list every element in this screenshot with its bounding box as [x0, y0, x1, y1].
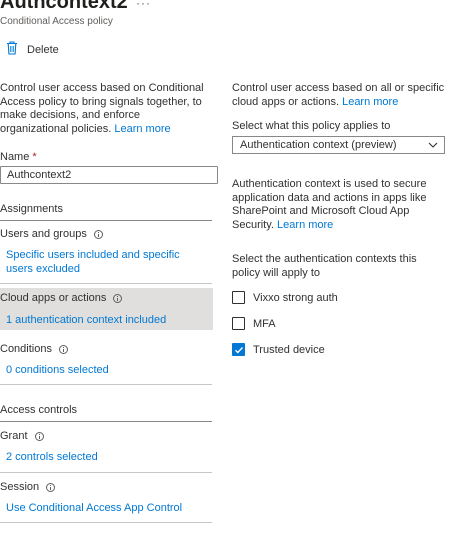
- context-option-mfa[interactable]: MFA: [232, 317, 276, 330]
- conditions-label: Conditions: [0, 343, 68, 355]
- divider: [0, 522, 212, 523]
- grant-label: Grant: [0, 430, 44, 442]
- applies-to-value: Authentication context (preview): [240, 139, 397, 151]
- policy-description: Control user access based on Conditional…: [0, 82, 205, 136]
- policy-description-text: Control user access based on Conditional…: [0, 82, 204, 135]
- learn-more-link[interactable]: Learn more: [342, 96, 398, 108]
- context-option-trusted-device[interactable]: Trusted device: [232, 343, 325, 356]
- name-field-label: Name *: [0, 151, 37, 163]
- access-controls-heading: Access controls: [0, 404, 78, 416]
- info-icon[interactable]: [58, 344, 68, 354]
- context-option-label: Vixxo strong auth: [253, 291, 338, 304]
- policy-name-input[interactable]: [0, 166, 218, 184]
- session-label: Session: [0, 481, 56, 493]
- checkbox[interactable]: [232, 317, 245, 330]
- grant-text: Grant: [0, 430, 28, 442]
- cloud-apps-label: Cloud apps or actions: [0, 292, 123, 304]
- cloud-apps-link[interactable]: 1 authentication context included: [6, 314, 202, 328]
- conditions-text: Conditions: [0, 343, 52, 355]
- more-options-button[interactable]: ···: [136, 0, 151, 10]
- cloud-apps-description-text: Control user access based on all or spec…: [232, 82, 445, 108]
- select-contexts-label: Select the authentication contexts this …: [232, 253, 417, 279]
- delete-button[interactable]: Delete: [6, 40, 59, 60]
- applies-to-label: Select what this policy applies to: [232, 120, 391, 132]
- conditions-link[interactable]: 0 conditions selected: [6, 364, 202, 378]
- context-option-label: Trusted device: [253, 343, 325, 356]
- info-icon[interactable]: [93, 229, 103, 239]
- applies-to-dropdown[interactable]: Authentication context (preview): [232, 136, 445, 154]
- trash-icon: [6, 40, 18, 60]
- delete-button-label: Delete: [27, 44, 59, 56]
- checkbox-checked[interactable]: [232, 343, 245, 356]
- info-icon[interactable]: [34, 431, 44, 441]
- session-link[interactable]: Use Conditional Access App Control: [6, 502, 202, 516]
- cloud-apps-description: Control user access based on all or spec…: [232, 82, 446, 109]
- info-icon[interactable]: [46, 482, 56, 492]
- learn-more-link[interactable]: Learn more: [114, 123, 170, 135]
- users-and-groups-link[interactable]: Specific users included and specific use…: [6, 249, 202, 276]
- assignments-heading: Assignments: [0, 203, 63, 215]
- chevron-down-icon: [428, 140, 438, 150]
- divider: [0, 472, 212, 473]
- cloud-apps-text: Cloud apps or actions: [0, 292, 107, 304]
- page-subtitle: Conditional Access policy: [0, 16, 113, 27]
- divider: [0, 283, 212, 284]
- session-text: Session: [0, 481, 40, 493]
- users-and-groups-text: Users and groups: [0, 228, 87, 240]
- checkbox[interactable]: [232, 291, 245, 304]
- context-option-vixxo-strong-auth[interactable]: Vixxo strong auth: [232, 291, 338, 304]
- divider: [0, 384, 212, 385]
- context-option-label: MFA: [253, 317, 276, 330]
- checkmark-icon: [234, 346, 243, 354]
- info-icon[interactable]: [113, 293, 123, 303]
- learn-more-link[interactable]: Learn more: [277, 219, 333, 231]
- divider: [0, 421, 212, 422]
- page-title: Authcontext2: [0, 0, 128, 13]
- divider: [0, 220, 212, 221]
- grant-link[interactable]: 2 controls selected: [6, 451, 202, 465]
- users-and-groups-label: Users and groups: [0, 228, 103, 240]
- name-label-text: Name: [0, 151, 30, 163]
- auth-context-description: Authentication context is used to secure…: [232, 178, 446, 232]
- required-marker: *: [32, 151, 37, 163]
